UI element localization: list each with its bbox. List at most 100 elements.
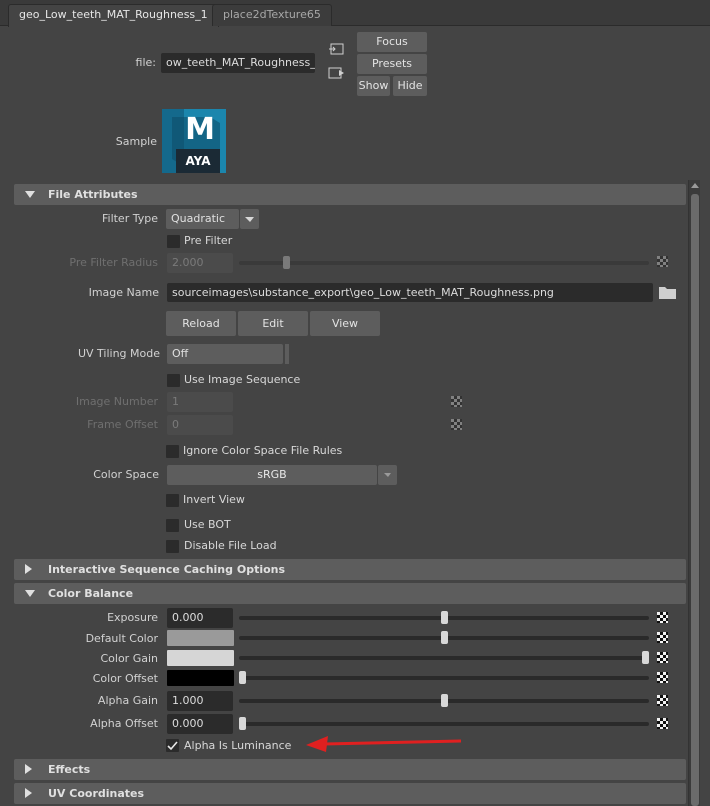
annotation-arrow-head (306, 736, 328, 752)
ignore-color-space-checkbox[interactable] (166, 445, 179, 458)
expand-arrow-icon (25, 788, 32, 798)
color-gain-map-icon[interactable] (657, 652, 668, 663)
expand-arrow-icon (25, 564, 32, 574)
folder-icon[interactable] (658, 284, 677, 300)
collapse-arrow-icon (25, 191, 35, 198)
image-name-label: Image Name (88, 286, 159, 299)
exposure-map-icon[interactable] (657, 612, 668, 623)
alpha-is-luminance-checkbox[interactable] (166, 739, 179, 752)
focus-button[interactable]: Focus (357, 32, 427, 52)
color-offset-slider[interactable] (239, 676, 649, 680)
default-color-swatch[interactable] (167, 630, 234, 646)
image-name-field[interactable]: sourceimages\substance_export\geo_Low_te… (167, 283, 653, 302)
default-color-label: Default Color (85, 632, 158, 645)
default-color-map-icon[interactable] (657, 632, 668, 643)
logo-text: AYA (185, 154, 211, 168)
use-bot-label: Use BOT (184, 518, 231, 531)
hide-button[interactable]: Hide (393, 76, 427, 96)
color-offset-label: Color Offset (92, 672, 158, 685)
color-offset-map-icon[interactable] (657, 672, 668, 683)
presets-button[interactable]: Presets (357, 54, 427, 74)
red-arrow-annotation-icon (306, 736, 462, 752)
filter-type-arrow-button[interactable] (240, 209, 259, 229)
alpha-offset-label: Alpha Offset (90, 717, 158, 730)
reload-button[interactable]: Reload (166, 311, 236, 336)
color-gain-slider-handle[interactable] (642, 651, 649, 664)
collapse-arrow-icon (25, 590, 35, 597)
logo-letter: M (185, 112, 215, 147)
section-file-attributes[interactable]: File Attributes (14, 184, 686, 205)
input-connection-icon[interactable] (328, 42, 346, 56)
file-label: file: (135, 56, 156, 69)
exposure-label: Exposure (107, 611, 158, 624)
sample-label: Sample (115, 135, 157, 148)
section-effects[interactable]: Effects (14, 759, 686, 780)
section-interactive-sequence-caching[interactable]: Interactive Sequence Caching Options (14, 559, 686, 580)
tab-place2dtexture[interactable]: place2dTexture65 (212, 4, 332, 26)
invert-view-label: Invert View (183, 493, 245, 506)
view-button[interactable]: View (310, 311, 380, 336)
color-gain-label: Color Gain (100, 652, 158, 665)
scrollbar-thumb[interactable] (691, 194, 699, 806)
pre-filter-checkbox[interactable] (167, 235, 180, 248)
pre-filter-radius-handle (283, 256, 290, 269)
sample-swatch[interactable]: M AYA (162, 109, 226, 173)
tab-file-node[interactable]: geo_Low_teeth_MAT_Roughness_1 (8, 4, 219, 27)
scroll-up-icon[interactable] (691, 183, 699, 188)
alpha-offset-slider-handle[interactable] (239, 717, 246, 730)
expand-arrow-icon (25, 764, 32, 774)
color-gain-swatch[interactable] (167, 650, 234, 666)
scrollbar[interactable] (688, 180, 700, 806)
pre-filter-radius-field: 2.000 (167, 253, 233, 273)
ignore-color-space-label: Ignore Color Space File Rules (183, 444, 343, 457)
section-title: Color Balance (48, 587, 134, 600)
color-gain-slider[interactable] (239, 656, 649, 660)
image-number-field: 1 (167, 392, 233, 412)
uv-tiling-mode-label: UV Tiling Mode (77, 347, 160, 360)
frame-offset-map-icon (451, 419, 462, 430)
uv-tiling-mode-arrow[interactable] (285, 344, 289, 364)
exposure-field[interactable]: 0.000 (167, 608, 233, 628)
section-title: UV Coordinates (48, 787, 145, 800)
disable-file-load-label: Disable File Load (184, 539, 277, 552)
filter-type-dropdown[interactable]: Quadratic (166, 209, 239, 229)
alpha-offset-map-icon[interactable] (657, 718, 668, 729)
show-button[interactable]: Show (357, 76, 390, 96)
tab-bar: geo_Low_teeth_MAT_Roughness_1 place2dTex… (0, 0, 710, 27)
default-color-slider-handle[interactable] (440, 631, 448, 644)
use-image-sequence-label: Use Image Sequence (184, 373, 301, 386)
pre-filter-radius-slider (239, 261, 649, 265)
use-bot-checkbox[interactable] (166, 519, 179, 532)
edit-button[interactable]: Edit (238, 311, 308, 336)
color-space-dropdown[interactable]: sRGB (167, 465, 377, 485)
frame-offset-field: 0 (167, 415, 233, 435)
pre-filter-radius-label: Pre Filter Radius (69, 256, 158, 269)
section-title: Interactive Sequence Caching Options (48, 563, 286, 576)
chevron-down-icon (245, 217, 254, 222)
pre-filter-radius-map-icon (657, 256, 668, 267)
image-number-label: Image Number (75, 395, 158, 408)
exposure-slider-handle[interactable] (440, 611, 448, 624)
annotation-arrow-shaft (323, 739, 462, 746)
alpha-offset-field[interactable]: 0.000 (167, 714, 233, 734)
image-number-map-icon (451, 396, 462, 407)
output-connection-icon[interactable] (328, 66, 346, 80)
use-image-sequence-checkbox[interactable] (167, 374, 180, 387)
file-name-field[interactable]: ow_teeth_MAT_Roughness_1 (161, 53, 315, 73)
color-space-arrow-button[interactable] (378, 465, 397, 485)
section-color-balance[interactable]: Color Balance (14, 583, 686, 604)
color-offset-swatch[interactable] (167, 670, 234, 686)
disable-file-load-checkbox[interactable] (166, 540, 179, 553)
alpha-gain-field[interactable]: 1.000 (167, 691, 233, 711)
color-offset-slider-handle[interactable] (239, 671, 246, 684)
color-space-label: Color Space (93, 468, 159, 481)
section-title: Effects (48, 763, 91, 776)
pre-filter-label: Pre Filter (184, 234, 233, 247)
invert-view-checkbox[interactable] (166, 494, 179, 507)
alpha-gain-map-icon[interactable] (657, 695, 668, 706)
section-uv-coordinates[interactable]: UV Coordinates (14, 783, 686, 804)
alpha-offset-slider[interactable] (239, 722, 649, 726)
alpha-gain-slider-handle[interactable] (440, 694, 448, 707)
uv-tiling-mode-dropdown[interactable]: Off (167, 344, 283, 364)
frame-offset-label: Frame Offset (87, 418, 158, 431)
